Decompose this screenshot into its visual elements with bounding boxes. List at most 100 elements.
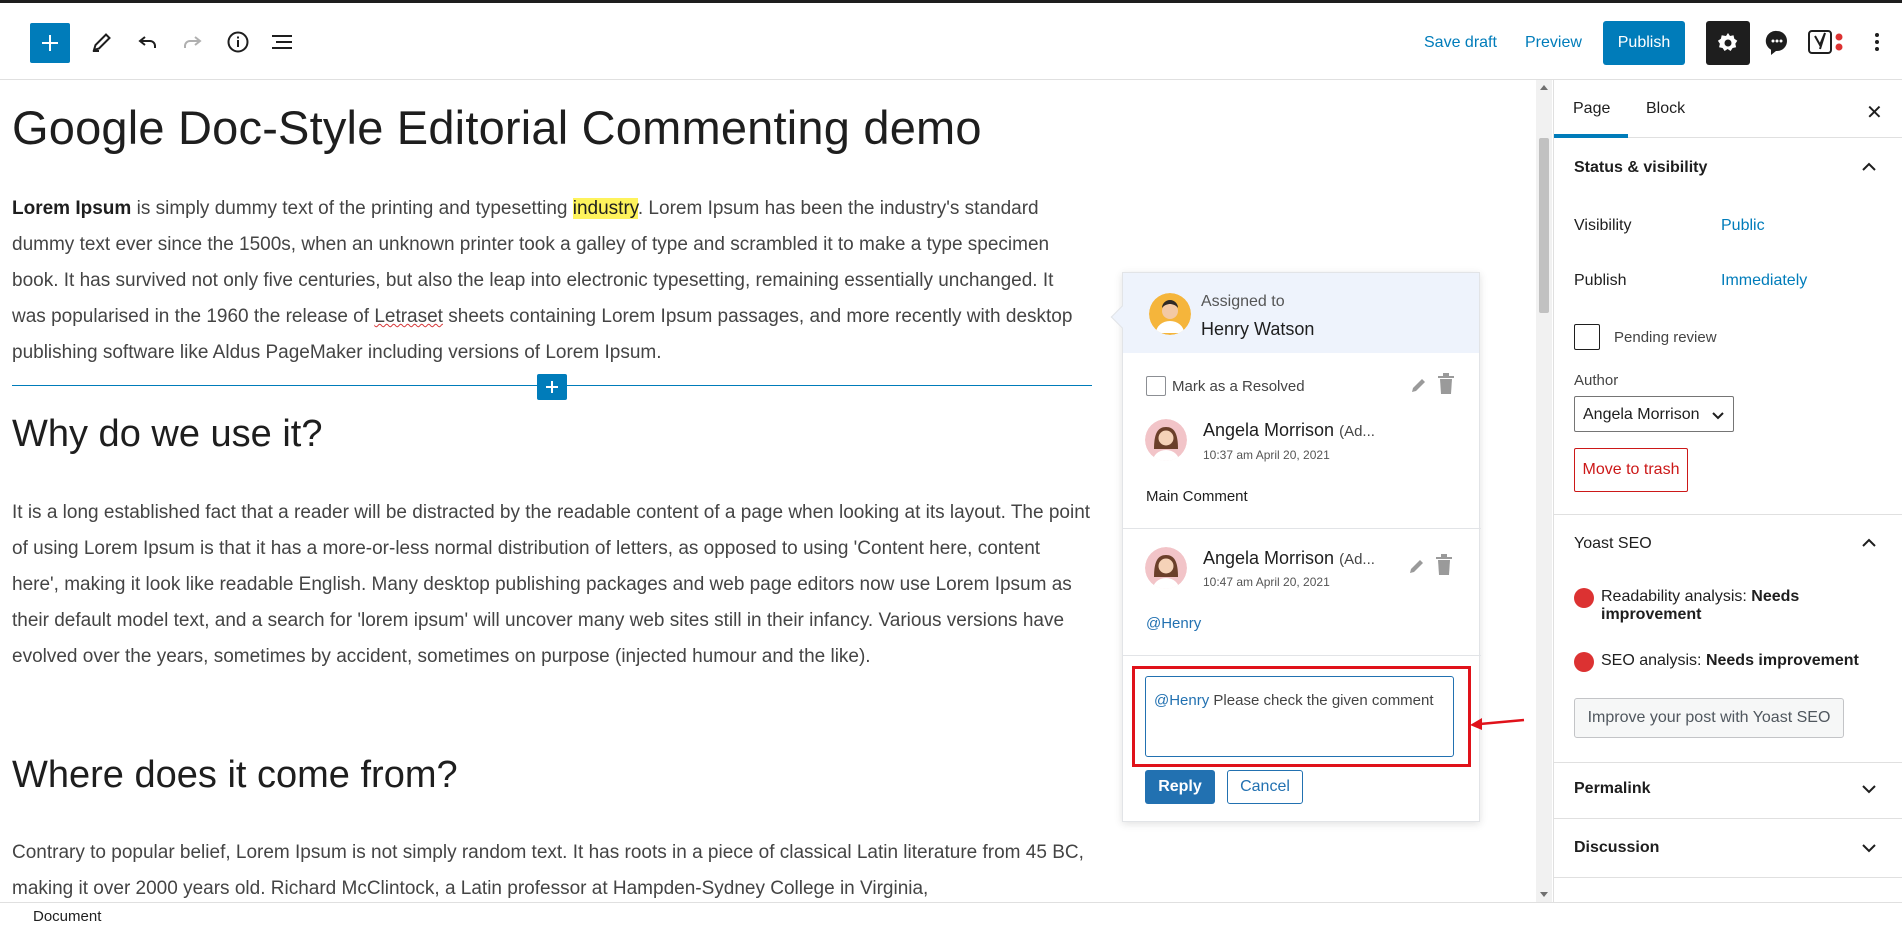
save-draft-button[interactable]: Save draft	[1424, 34, 1497, 52]
author-role: (Ad...	[1339, 551, 1375, 568]
author-name: Angela Morrison	[1203, 420, 1335, 440]
annotation-arrow-icon	[1470, 718, 1525, 730]
avatar	[1149, 293, 1191, 335]
readability-analysis: Readability analysis: Needs improvement	[1601, 588, 1902, 624]
post-title[interactable]: Google Doc-Style Editorial Commenting de…	[12, 100, 982, 155]
scroll-up-arrow-icon[interactable]	[1540, 85, 1548, 90]
settings-sidebar: Page Block ✕ Status & visibility Visibil…	[1553, 80, 1902, 902]
editor-scrollbar[interactable]	[1536, 80, 1552, 902]
chevron-up-icon[interactable]	[1860, 534, 1878, 552]
chevron-down-icon[interactable]	[1860, 839, 1878, 857]
list-view-icon	[272, 35, 292, 49]
misspelled-word: Letraset	[374, 306, 443, 327]
status-visibility-toggle[interactable]: Status & visibility	[1574, 159, 1707, 177]
divider	[1554, 762, 1902, 763]
reply-mention: @Henry	[1154, 692, 1210, 709]
assignee-name: Henry Watson	[1201, 319, 1315, 339]
avatar	[1145, 547, 1187, 589]
details-button[interactable]	[217, 21, 259, 63]
scroll-thumb[interactable]	[1539, 138, 1549, 313]
commented-highlight[interactable]: industry	[572, 198, 638, 219]
divider	[1123, 655, 1481, 656]
close-sidebar-button[interactable]: ✕	[1866, 100, 1883, 125]
comment-mention[interactable]: @Henry	[1146, 615, 1201, 632]
scroll-down-arrow-icon[interactable]	[1540, 892, 1548, 897]
discussion-toggle[interactable]: Discussion	[1574, 839, 1659, 857]
plus-icon	[546, 381, 558, 393]
tab-block[interactable]: Block	[1646, 100, 1685, 118]
undo-icon	[138, 36, 156, 48]
divider	[1554, 877, 1902, 878]
move-to-trash-button[interactable]: Move to trash	[1574, 448, 1688, 492]
trash-icon[interactable]	[1437, 373, 1455, 395]
visibility-value[interactable]: Public	[1721, 217, 1765, 235]
settings-button[interactable]	[1706, 21, 1750, 65]
reply-text: Please check the given comment	[1209, 692, 1434, 709]
active-tab-indicator	[1554, 134, 1628, 138]
trash-icon[interactable]	[1435, 554, 1453, 576]
yoast-button[interactable]	[1806, 21, 1848, 63]
comment-bubble-icon	[1765, 30, 1787, 55]
visibility-label: Visibility	[1574, 217, 1632, 234]
add-block-button[interactable]	[30, 23, 70, 63]
comment-author: Angela Morrison (Ad...	[1203, 548, 1375, 569]
divider	[1554, 818, 1902, 819]
edit-icon[interactable]	[1407, 556, 1427, 576]
tools-button[interactable]	[81, 21, 123, 63]
more-vertical-icon	[1875, 33, 1879, 51]
chevron-down-icon[interactable]	[1860, 780, 1878, 798]
author-selected-value: Angela Morrison	[1583, 406, 1700, 423]
comments-button[interactable]	[1756, 21, 1798, 63]
block-breadcrumb-bar: Document	[0, 902, 1902, 928]
sad-face-icon	[1574, 588, 1594, 608]
permalink-toggle[interactable]: Permalink	[1574, 780, 1650, 798]
comment-author: Angela Morrison (Ad...	[1203, 420, 1375, 441]
gear-icon	[1717, 33, 1738, 51]
author-select[interactable]: Angela Morrison	[1574, 396, 1734, 432]
pending-review-checkbox[interactable]	[1574, 324, 1600, 350]
publish-button[interactable]: Publish	[1603, 21, 1685, 65]
yoast-seo-toggle[interactable]: Yoast SEO	[1574, 535, 1652, 553]
comment-timestamp: 10:37 am April 20, 2021	[1203, 448, 1330, 462]
publish-label: Publish	[1574, 272, 1627, 289]
comment-text: Main Comment	[1146, 488, 1248, 505]
editor-toolbar: Save draft Preview Publish	[0, 0, 1902, 80]
readability-label: Readability analysis:	[1601, 588, 1752, 605]
bold-text: Lorem Ipsum	[12, 198, 132, 219]
improve-yoast-button[interactable]: Improve your post with Yoast SEO	[1574, 698, 1844, 738]
chevron-up-icon[interactable]	[1860, 158, 1878, 176]
block-inserter-button[interactable]	[537, 374, 567, 400]
publish-date-value[interactable]: Immediately	[1721, 272, 1807, 290]
reply-textarea[interactable]: @Henry Please check the given comment	[1145, 676, 1454, 757]
paragraph-block[interactable]: Lorem Ipsum is simply dummy text of the …	[12, 191, 1092, 371]
heading-block[interactable]: Where does it come from?	[12, 754, 458, 797]
yoast-icon	[1808, 30, 1843, 54]
assigned-label: Assigned to	[1201, 293, 1285, 310]
pending-review-label: Pending review	[1614, 329, 1717, 346]
paragraph-block[interactable]: It is a long established fact that a rea…	[12, 495, 1092, 675]
author-role: (Ad...	[1339, 423, 1375, 440]
preview-button[interactable]: Preview	[1525, 34, 1582, 52]
options-button[interactable]	[1856, 21, 1898, 63]
cancel-button[interactable]: Cancel	[1227, 770, 1303, 804]
paragraph-text: is simply dummy text of the printing and…	[131, 198, 573, 219]
breadcrumb-document[interactable]: Document	[33, 908, 101, 925]
sidebar-tabs: Page Block ✕	[1554, 80, 1902, 138]
author-label: Author	[1574, 372, 1619, 389]
undo-button[interactable]	[127, 21, 169, 63]
redo-button[interactable]	[171, 21, 213, 63]
comment-panel: Assigned to Henry Watson Mark as a Resol…	[1110, 272, 1481, 822]
heading-block[interactable]: Why do we use it?	[12, 413, 322, 456]
edit-icon[interactable]	[1409, 375, 1429, 395]
tab-page[interactable]: Page	[1573, 100, 1610, 118]
paragraph-block[interactable]: Contrary to popular belief, Lorem Ipsum …	[12, 835, 1092, 902]
reply-button[interactable]: Reply	[1145, 770, 1215, 804]
list-view-button[interactable]	[262, 21, 304, 63]
chevron-down-icon	[1712, 412, 1724, 420]
seo-value: Needs improvement	[1705, 652, 1859, 669]
pencil-icon	[92, 33, 111, 52]
resolve-label: Mark as a Resolved	[1172, 378, 1305, 395]
author-name: Angela Morrison	[1203, 548, 1335, 568]
resolve-checkbox[interactable]	[1146, 376, 1166, 396]
redo-icon	[184, 36, 202, 48]
